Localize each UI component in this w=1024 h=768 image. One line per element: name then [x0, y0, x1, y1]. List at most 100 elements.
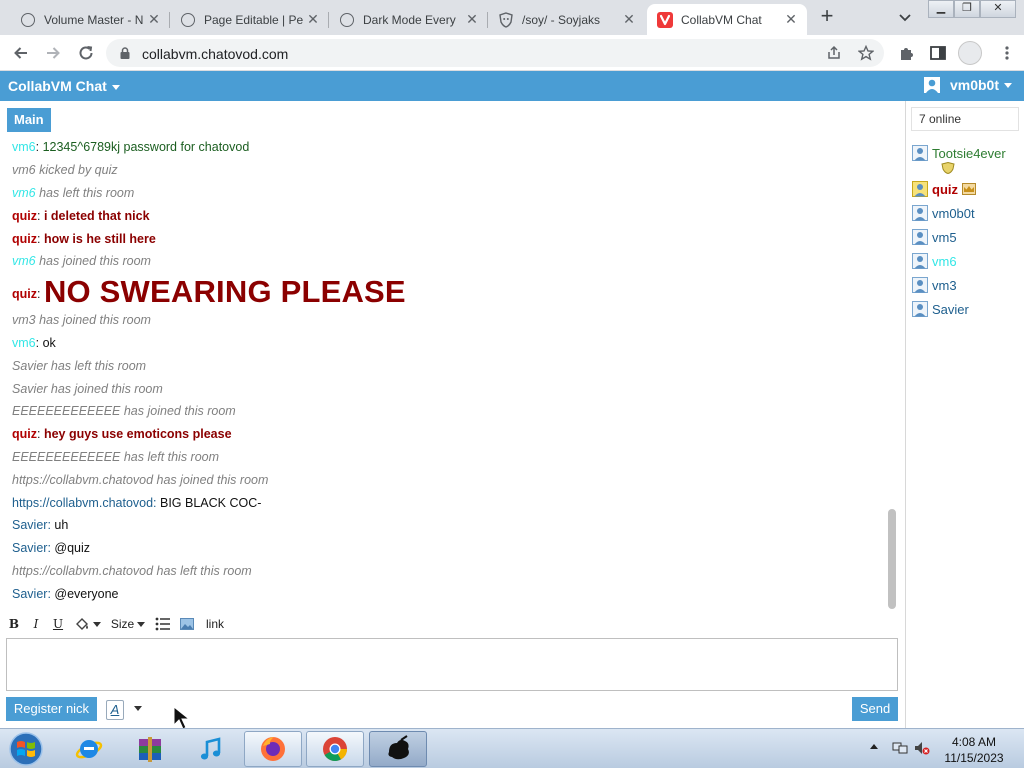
- close-icon[interactable]: ✕: [783, 11, 799, 28]
- minimize-button[interactable]: ▁: [928, 0, 954, 18]
- chrome-icon: [323, 737, 347, 762]
- user-name: quiz: [932, 181, 958, 197]
- globe-icon: [20, 12, 36, 28]
- chevron-down-icon: [1004, 82, 1012, 88]
- browser-tab[interactable]: /soy/ - Soyjaks ✕: [488, 4, 645, 35]
- user-icon: [912, 181, 928, 197]
- message-author[interactable]: quiz: [12, 287, 37, 301]
- taskbar-firefox[interactable]: [244, 731, 302, 767]
- user-name: vm0b0t: [932, 205, 975, 221]
- chat-message: vm6: ok: [12, 336, 56, 350]
- paint-bucket-icon: [75, 618, 88, 630]
- close-icon[interactable]: ✕: [464, 11, 480, 28]
- message-author[interactable]: vm6: [12, 254, 36, 268]
- user-menu[interactable]: vm0b0t: [923, 77, 1012, 93]
- taskbar-chrome[interactable]: [306, 731, 364, 767]
- message-author[interactable]: quiz: [12, 209, 37, 223]
- message-author[interactable]: vm6: [12, 186, 36, 200]
- profile-avatar[interactable]: [958, 41, 982, 65]
- chevron-down-icon[interactable]: [896, 8, 914, 26]
- ink-blot-icon: [388, 735, 409, 760]
- back-arrow-icon[interactable]: [10, 42, 32, 64]
- system-clock[interactable]: 4:08 AM 11/15/2023: [936, 734, 1012, 766]
- underline-button[interactable]: U: [50, 613, 66, 635]
- message-text: @quiz: [54, 541, 91, 555]
- message-author[interactable]: Savier: [12, 518, 47, 532]
- message-text: NO SWEARING PLEASE: [43, 274, 406, 309]
- tab-title: Page Editable | Pe: [204, 12, 304, 27]
- vivaldi-icon: [657, 11, 673, 28]
- link-button[interactable]: link: [202, 613, 228, 635]
- message-author[interactable]: Savier: [12, 541, 47, 555]
- internet-explorer-icon: [75, 740, 103, 759]
- send-button[interactable]: Send: [852, 697, 898, 721]
- message-input[interactable]: [6, 638, 898, 691]
- globe-icon: [180, 12, 196, 28]
- bullet-list-icon[interactable]: [154, 613, 172, 635]
- star-icon[interactable]: [857, 44, 875, 61]
- chevron-down-icon[interactable]: [134, 706, 142, 711]
- user-icon: [923, 77, 940, 93]
- scrollbar-thumb[interactable]: [888, 509, 896, 609]
- user-icon: [912, 301, 928, 317]
- tray-expand-icon[interactable]: [870, 744, 878, 749]
- user-list-item[interactable]: vm3: [912, 277, 957, 293]
- browser-tab[interactable]: Page Editable | Pe ✕: [170, 4, 329, 35]
- message-author[interactable]: vm6: [12, 140, 36, 154]
- taskbar-itunes[interactable]: [182, 731, 240, 767]
- forward-arrow-icon[interactable]: [42, 42, 64, 64]
- message-author[interactable]: quiz: [12, 427, 37, 441]
- image-icon[interactable]: [178, 613, 196, 635]
- browser-tab[interactable]: Volume Master - N ✕: [10, 4, 170, 35]
- taskbar-internet-explorer[interactable]: [60, 731, 118, 767]
- chat-message: quiz: hey guys use emoticons please: [12, 427, 232, 441]
- reload-icon[interactable]: [75, 42, 97, 64]
- system-message: vm6 kicked by quiz: [12, 163, 118, 177]
- user-list-item[interactable]: vm6: [912, 253, 957, 269]
- taskbar-winrar[interactable]: [121, 731, 179, 767]
- kebab-menu-icon[interactable]: [998, 44, 1016, 62]
- message-author[interactable]: Savier: [12, 587, 47, 601]
- volume-muted-icon[interactable]: [914, 740, 930, 756]
- address-bar[interactable]: collabvm.chatovod.com: [106, 39, 884, 67]
- chat-message: Savier: @everyone: [12, 587, 119, 601]
- tab-title: /soy/ - Soyjaks: [522, 12, 601, 27]
- bold-button[interactable]: B: [6, 613, 22, 635]
- close-icon[interactable]: ✕: [305, 11, 321, 28]
- text-style-button[interactable]: A: [106, 700, 124, 720]
- side-panel-icon[interactable]: [929, 44, 947, 62]
- chevron-down-icon: [111, 84, 120, 90]
- text-color-button[interactable]: [72, 613, 102, 635]
- share-icon[interactable]: [826, 45, 842, 61]
- browser-tab[interactable]: Dark Mode Every ✕: [329, 4, 488, 35]
- restore-button[interactable]: ❐: [954, 0, 980, 18]
- user-list-item[interactable]: vm5: [912, 229, 957, 245]
- close-icon[interactable]: ✕: [146, 11, 162, 28]
- network-icon[interactable]: [892, 740, 908, 756]
- user-list-item[interactable]: quiz: [912, 181, 976, 197]
- system-message: https://collabvm.chatovod has left this …: [12, 564, 252, 578]
- new-tab-button[interactable]: +: [816, 5, 838, 28]
- message-scrollbar[interactable]: [888, 141, 896, 609]
- chat-message: https://collabvm.chatovod: BIG BLACK COC…: [12, 496, 262, 510]
- italic-button[interactable]: I: [28, 613, 44, 635]
- chat-title-menu[interactable]: CollabVM Chat: [8, 78, 120, 94]
- extensions-puzzle-icon[interactable]: [898, 44, 916, 62]
- close-icon[interactable]: ✕: [621, 11, 637, 28]
- browser-tab-active[interactable]: CollabVM Chat ✕: [647, 4, 807, 35]
- user-list-item[interactable]: Savier: [912, 301, 969, 317]
- user-icon: [912, 253, 928, 269]
- user-list-item[interactable]: Tootsie4ever: [912, 145, 1006, 161]
- start-button-icon[interactable]: [6, 731, 46, 767]
- window-close-button[interactable]: ✕: [980, 0, 1016, 18]
- user-list-item[interactable]: vm0b0t: [912, 205, 975, 221]
- user-name: Tootsie4ever: [932, 145, 1006, 161]
- message-text: uh: [54, 518, 69, 532]
- message-author[interactable]: quiz: [12, 232, 37, 246]
- taskbar-ink-app[interactable]: [369, 731, 427, 767]
- message-author[interactable]: vm6: [12, 336, 36, 350]
- font-size-menu[interactable]: Size: [108, 613, 148, 635]
- register-nick-button[interactable]: Register nick: [6, 697, 97, 721]
- message-author[interactable]: https://collabvm.chatovod: [12, 496, 153, 510]
- tab-main-room[interactable]: Main: [7, 108, 51, 132]
